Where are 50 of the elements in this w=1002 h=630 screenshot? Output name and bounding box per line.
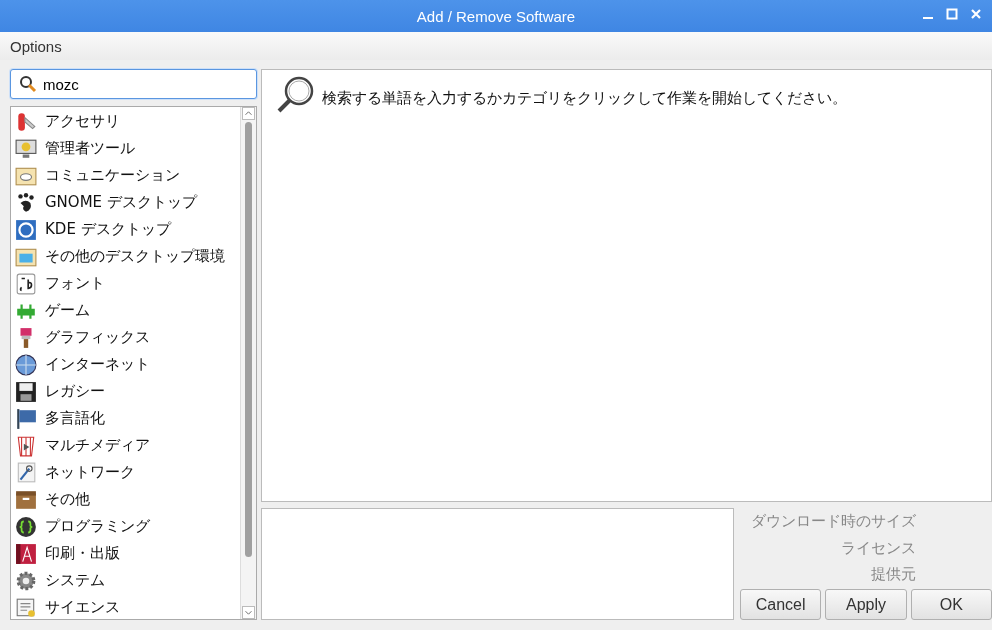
category-item[interactable]: KDE デスクトップ [11,216,240,243]
flag-icon [15,407,37,430]
category-item[interactable]: その他のデスクトップ環境 [11,243,240,270]
popcorn-icon [15,434,37,457]
letter-a-icon [15,542,37,565]
category-item[interactable]: ゲーム [11,297,240,324]
scroll-thumb[interactable] [245,122,252,557]
category-item[interactable]: プログラミング [11,513,240,540]
category-item[interactable]: グラフィックス [11,324,240,351]
search-icon [19,75,37,93]
monitor-icon [15,137,37,160]
menu-item[interactable]: Options [10,37,62,55]
floppy-icon [15,380,37,403]
category-item[interactable]: フォント [11,270,240,297]
category-item[interactable]: 管理者ツール [11,135,240,162]
category-item[interactable]: その他 [11,486,240,513]
box-icon [15,488,37,511]
knife-icon [15,110,37,133]
magnifier-icon [276,74,316,114]
category-item[interactable]: アクセサリ [11,108,240,135]
category-item[interactable]: レガシー [11,378,240,405]
category-item[interactable]: 多言語化 [11,405,240,432]
globe-icon [15,353,37,376]
category-item[interactable]: サイエンス [11,594,240,621]
category-item[interactable]: インターネット [11,351,240,378]
dialog-button[interactable]: OK [910,589,992,620]
close-icon[interactable] [970,8,982,20]
font-icon [15,272,37,295]
scroll-down-icon[interactable] [242,606,255,619]
category-item[interactable]: GNOME デスクトップ [11,189,240,216]
search-field[interactable]: mozc [10,69,257,99]
detail-label: 提供元 [871,565,916,585]
dialog-button[interactable]: Apply [825,589,907,620]
hint-text: 検索する単語を入力するかカテゴリをクリックして作業を開始してください。 [322,89,847,108]
dialog-button[interactable]: Cancel [740,589,822,620]
scrollbar[interactable] [240,107,256,619]
category-item[interactable]: 印刷・出版 [11,540,240,567]
detail-label: ダウンロード時のサイズ [751,511,916,531]
detail-label: ライセンス [841,538,916,558]
foot-icon [15,191,37,214]
category-item[interactable]: マルチメディア [11,432,240,459]
probe-icon [15,461,37,484]
scroll-up-icon[interactable] [242,107,255,120]
braces-icon [15,515,37,538]
window-title: Add / Remove Software [416,7,576,25]
category-item[interactable]: システム [11,567,240,594]
gear-icon [15,569,37,592]
category-item[interactable]: コミュニケーション [11,162,240,189]
category-item[interactable]: ネットワーク [11,459,240,486]
maximize-icon[interactable] [946,8,958,20]
